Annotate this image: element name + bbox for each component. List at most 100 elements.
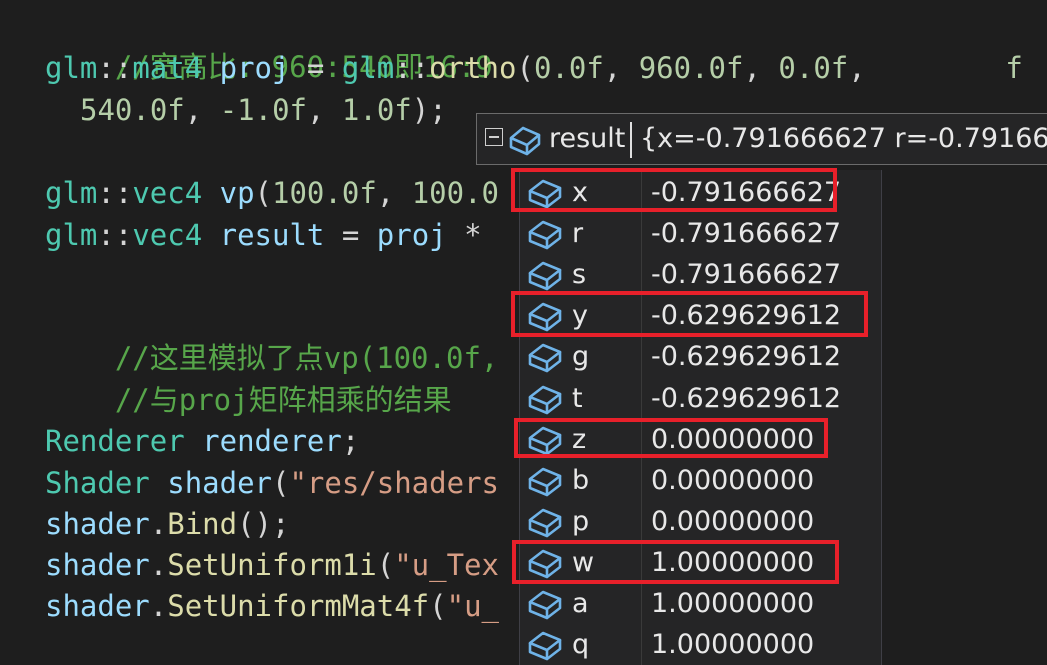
comma: , xyxy=(848,51,866,85)
member-value: 1.00000000 xyxy=(651,629,815,661)
cube-icon xyxy=(509,126,541,156)
number-literal: 0.0f xyxy=(778,51,849,85)
cube-icon xyxy=(528,426,562,455)
variable-name: vp xyxy=(219,176,255,210)
member-name: r xyxy=(572,218,584,250)
variable-name: proj xyxy=(376,218,447,252)
variable-name: shader xyxy=(45,548,150,582)
paren: ( xyxy=(376,548,395,582)
type-name: vec4 xyxy=(132,218,203,252)
member-dot: . xyxy=(149,548,168,582)
code-line-3: 540.0f, -1.0f, 1.0f); xyxy=(80,90,447,131)
cube-icon xyxy=(528,631,562,661)
namespace: glm xyxy=(45,218,98,252)
comma: , xyxy=(184,93,220,127)
function-name: SetUniform1i xyxy=(167,548,377,582)
member-value: -0.791666627 xyxy=(651,259,842,291)
cube-icon xyxy=(528,385,562,414)
number-literal: 1.0f xyxy=(341,93,412,127)
member-row-w[interactable]: w 1.00000000 xyxy=(520,542,881,583)
member-value: 0.00000000 xyxy=(651,423,815,455)
code-line-5: glm::vec4 vp(100.0f, 100.0 xyxy=(45,173,499,214)
member-name: g xyxy=(572,341,590,373)
member-row-a[interactable]: a 1.00000000 xyxy=(520,583,881,624)
comma: , xyxy=(307,93,342,127)
datatip-value: {x=-0.791666627 r=-0.791666 xyxy=(640,123,1047,154)
code-line-12: Shader shader("res/shaders xyxy=(45,463,499,504)
member-value: 1.00000000 xyxy=(651,546,815,578)
member-value: -0.629629612 xyxy=(651,382,842,414)
paren: ( xyxy=(429,589,447,623)
namespace: glm xyxy=(341,51,395,85)
member-value: 0.00000000 xyxy=(651,505,815,537)
member-name: a xyxy=(572,588,589,619)
member-row-t[interactable]: t -0.629629612 xyxy=(520,378,881,419)
code-line-11: Renderer renderer; xyxy=(45,421,359,462)
number-literal: 540.0f xyxy=(80,93,185,127)
member-name: w xyxy=(572,546,595,578)
code-line-8: //这里模拟了点vp(100.0f, 10 xyxy=(45,297,551,375)
namespace: glm xyxy=(45,51,98,85)
code-line-9: //与proj矩阵相乘的结果 xyxy=(45,339,452,417)
scope-operator: :: xyxy=(394,51,430,85)
member-value: 0.00000000 xyxy=(651,464,815,496)
number-literal: 0.0f xyxy=(533,51,604,85)
cube-icon xyxy=(528,549,562,579)
type-name: mat4 xyxy=(132,51,203,85)
member-row-b[interactable]: b 0.00000000 xyxy=(520,460,881,501)
comment: //与proj矩阵相乘的结果 xyxy=(114,383,452,417)
member-name: b xyxy=(572,464,590,496)
cube-icon xyxy=(528,302,562,332)
member-row-s[interactable]: s -0.791666627 xyxy=(520,254,881,295)
cube-icon xyxy=(528,344,562,373)
comma: , xyxy=(376,176,412,210)
assign-operator: = xyxy=(289,51,342,85)
collapse-icon[interactable] xyxy=(485,128,503,146)
type-name: Renderer xyxy=(45,424,185,458)
member-name: q xyxy=(572,629,590,661)
comma: , xyxy=(743,51,779,85)
member-row-q[interactable]: q 1.00000000 xyxy=(520,624,881,665)
member-name: y xyxy=(572,300,588,332)
member-row-g[interactable]: g -0.629629612 xyxy=(520,336,881,377)
datatip-header[interactable]: result {x=-0.791666627 r=-0.791666 xyxy=(476,113,1047,165)
member-row-z[interactable]: z 0.00000000 xyxy=(520,419,881,460)
member-row-p[interactable]: p 0.00000000 xyxy=(520,501,881,542)
number-literal: -1.0f xyxy=(219,93,307,127)
datatip-member-list[interactable]: x -0.791666627 r -0.791666627 s -0.791666627 y… xyxy=(519,170,882,665)
member-name: t xyxy=(572,382,583,414)
multiply-operator: * xyxy=(446,218,482,252)
string-literal: "u_Tex xyxy=(394,548,499,582)
variable-name: shader xyxy=(45,507,150,541)
cube-icon xyxy=(528,179,562,209)
assign-operator: = xyxy=(324,218,377,252)
cube-icon xyxy=(528,590,562,620)
member-name: p xyxy=(572,505,590,537)
variable-name: result xyxy=(219,218,325,252)
paren: ( xyxy=(516,51,534,85)
member-dot: . xyxy=(149,589,168,623)
string-literal: "u_ xyxy=(446,589,499,623)
member-value: -0.629629612 xyxy=(651,341,842,373)
member-value: -0.791666627 xyxy=(651,177,842,208)
code-line-2: glm::mat4 proj = glm::ortho(0.0f, 960.0f… xyxy=(45,48,1023,89)
code-line-1: //宽高比: 960:540即16:9 xyxy=(45,6,493,84)
member-row-y[interactable]: y -0.629629612 xyxy=(520,295,881,336)
member-value: -0.629629612 xyxy=(651,300,842,332)
scope-operator: :: xyxy=(97,51,133,85)
variable-name: shader xyxy=(45,589,150,623)
variable-name: shader xyxy=(167,466,272,500)
member-row-x[interactable]: x -0.791666627 xyxy=(520,172,881,213)
cube-icon xyxy=(528,220,562,250)
cube-icon xyxy=(528,508,562,538)
paren: ( xyxy=(254,176,273,210)
variable-name: renderer xyxy=(202,424,342,458)
namespace: glm xyxy=(45,176,98,210)
code-line-6: glm::vec4 result = proj * xyxy=(45,215,482,256)
code-line-13: shader.Bind(); xyxy=(45,504,289,545)
cube-icon xyxy=(528,261,562,291)
datatip-variable-name: result xyxy=(549,123,626,154)
member-row-r[interactable]: r -0.791666627 xyxy=(520,213,881,254)
type-name: Shader xyxy=(45,466,150,500)
member-name: z xyxy=(572,423,587,455)
